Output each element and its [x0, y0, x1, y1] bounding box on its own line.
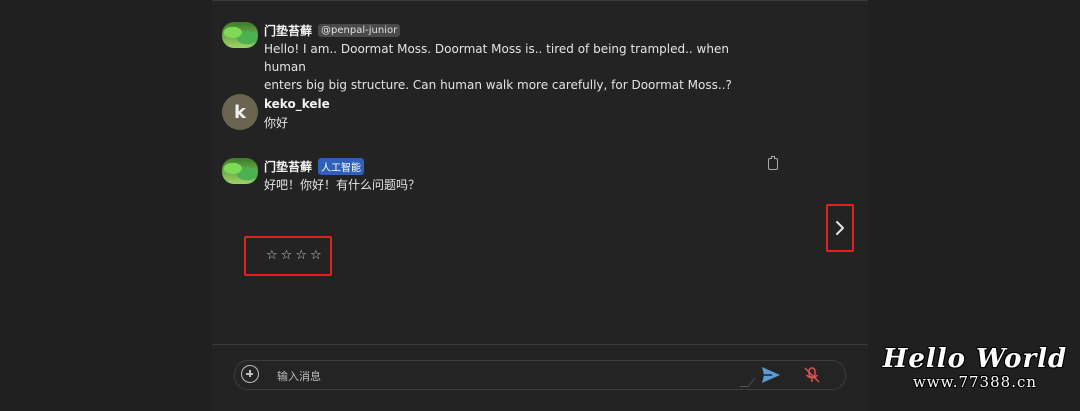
watermark: Hello World www.77388.cn	[880, 345, 1070, 391]
next-response-button[interactable]	[826, 204, 854, 252]
copy-icon[interactable]	[768, 156, 778, 170]
moss-avatar[interactable]	[222, 22, 258, 48]
star-icon[interactable]: ☆	[310, 249, 322, 263]
star-icon[interactable]: ☆	[281, 249, 293, 263]
message-item: k keko_kele 你好	[222, 94, 782, 134]
message-input[interactable]	[275, 365, 749, 387]
composer-divider	[212, 344, 868, 345]
add-icon[interactable]	[241, 365, 259, 383]
author-name[interactable]: 门垫苔藓	[264, 22, 312, 39]
user-avatar[interactable]: k	[222, 94, 258, 130]
watermark-title: Hello World	[882, 344, 1068, 374]
chevron-right-icon	[836, 221, 844, 235]
ai-badge: 人工智能	[318, 157, 365, 175]
send-icon[interactable]	[761, 366, 781, 384]
message-item: 门垫苔藓 人工智能 好吧！你好！有什么问题吗？	[222, 157, 782, 198]
star-rating[interactable]: ☆ ☆ ☆ ☆	[266, 249, 322, 263]
watermark-url: www.77388.cn	[912, 373, 1038, 391]
top-divider	[212, 0, 868, 1]
message-text: 好吧！你好！有什么问题吗？	[264, 176, 764, 194]
author-handle[interactable]: @penpal-junior	[318, 23, 401, 37]
mic-muted-icon[interactable]	[803, 366, 821, 384]
rating-highlight: ☆ ☆ ☆ ☆	[244, 236, 332, 276]
message-line: Hello! I am.. Doormat Moss. Doormat Moss…	[264, 42, 729, 74]
message-text: 你好	[264, 114, 764, 132]
author-name[interactable]: 门垫苔藓	[264, 158, 312, 175]
message-header: 门垫苔藓 人工智能	[264, 157, 764, 175]
author-name[interactable]: keko_kele	[264, 97, 330, 111]
message-composer	[234, 360, 846, 390]
star-icon[interactable]: ☆	[295, 249, 307, 263]
message-line: enters big big structure. Can human walk…	[264, 78, 732, 92]
message-header: 门垫苔藓 @penpal-junior	[264, 22, 764, 38]
message-body: 门垫苔藓 人工智能 好吧！你好！有什么问题吗？	[264, 157, 764, 194]
message-text: Hello! I am.. Doormat Moss. Doormat Moss…	[264, 40, 764, 94]
message-line: 好吧！你好！有什么问题吗？	[264, 178, 421, 192]
chat-panel: 门垫苔藓 @penpal-junior Hello! I am.. Doorma…	[212, 0, 868, 411]
moss-avatar[interactable]	[222, 158, 258, 184]
star-icon[interactable]: ☆	[266, 249, 278, 263]
message-header: keko_kele	[264, 96, 764, 112]
message-item: 门垫苔藓 @penpal-junior Hello! I am.. Doorma…	[222, 22, 782, 92]
message-body: keko_kele 你好	[264, 96, 764, 132]
message-line: 你好	[264, 116, 289, 130]
message-body: 门垫苔藓 @penpal-junior Hello! I am.. Doorma…	[264, 22, 764, 94]
